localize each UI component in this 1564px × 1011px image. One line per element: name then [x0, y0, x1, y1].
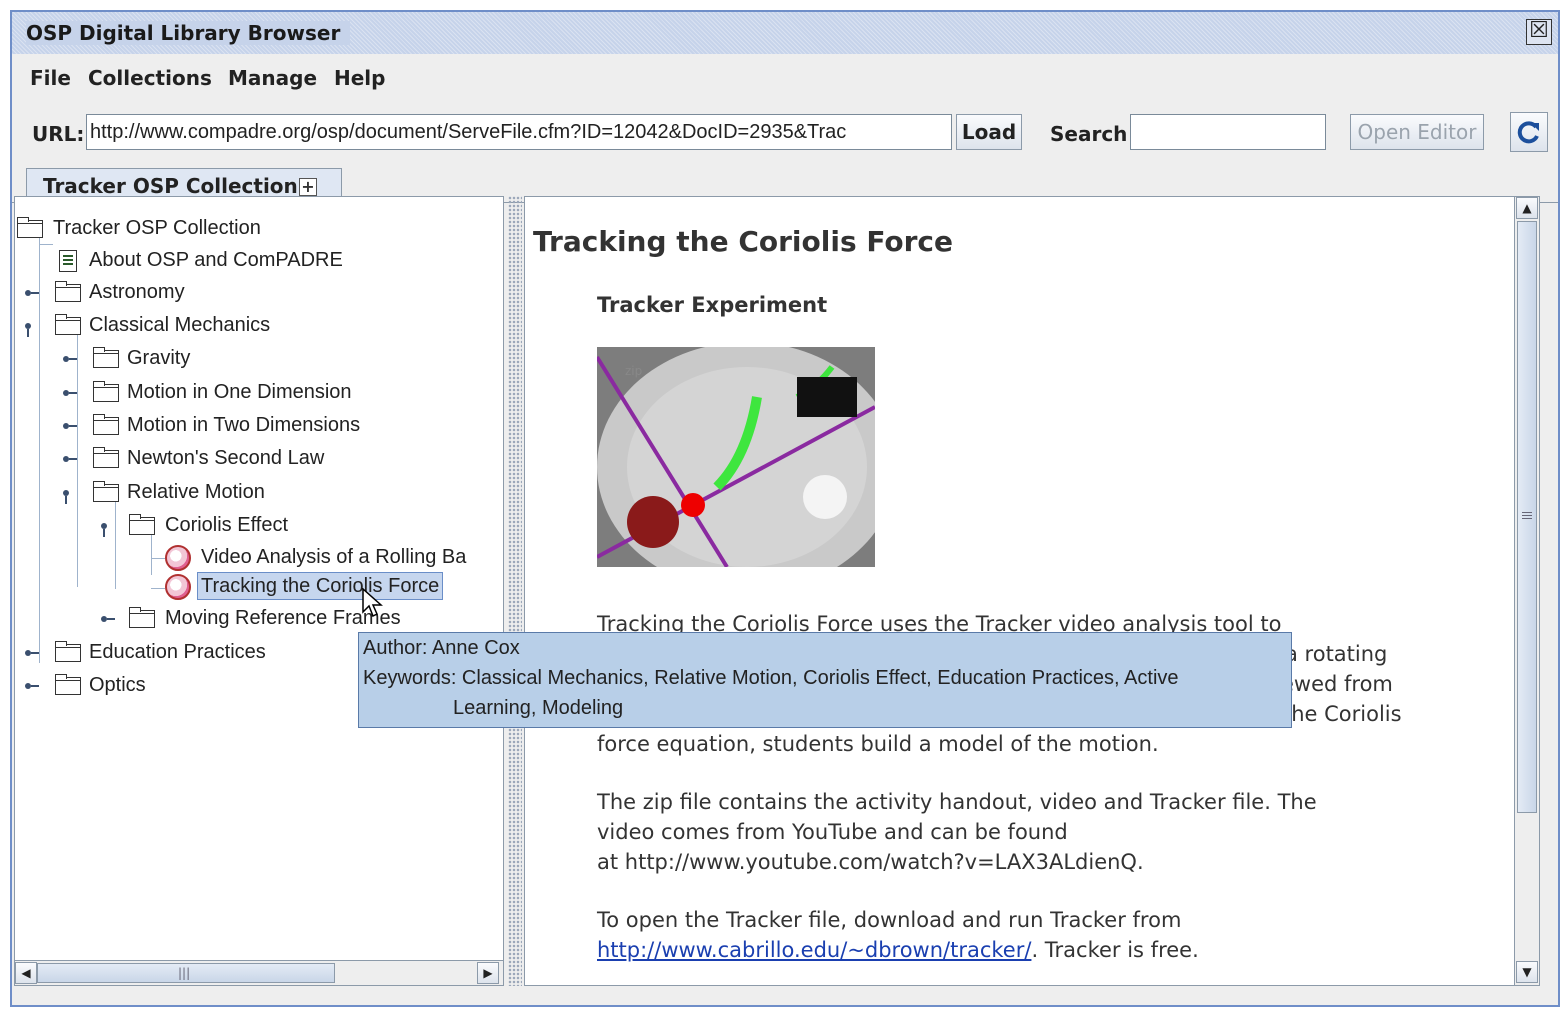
collection-tree[interactable]: Tracker OSP Collection About OSP and Com… — [14, 196, 504, 986]
expand-handle-icon[interactable] — [25, 290, 39, 296]
resource-subtitle: Tracker Experiment — [597, 293, 828, 317]
thumbnail-label: zip — [625, 364, 642, 378]
tree-label: Newton's Second Law — [127, 447, 325, 469]
expand-handle-icon[interactable] — [25, 650, 39, 656]
folder-icon — [93, 481, 119, 502]
collapse-handle-icon[interactable] — [101, 523, 111, 537]
description-line: The zip file contains the activity hando… — [597, 790, 1317, 814]
toolbar: URL: http://www.compadre.org/osp/documen… — [12, 110, 1558, 156]
resource-tooltip: Author: Anne Cox Keywords: Classical Mec… — [358, 632, 1292, 728]
url-input[interactable]: http://www.compadre.org/osp/document/Ser… — [86, 114, 952, 150]
folder-icon — [129, 514, 155, 535]
tree-label: Gravity — [127, 347, 191, 369]
collapse-handle-icon[interactable] — [63, 490, 73, 504]
title-bar[interactable]: OSP Digital Library Browser ☒ — [12, 12, 1558, 54]
menu-help[interactable]: Help — [334, 66, 385, 90]
description-line: at http://www.youtube.com/watch?v=LAX3AL… — [597, 850, 1144, 874]
scroll-thumb[interactable] — [1517, 221, 1537, 813]
tooltip-keywords-cont: Learning, Modeling — [453, 697, 624, 719]
experiment-thumbnail: zip — [597, 347, 875, 567]
refresh-button[interactable] — [1510, 112, 1548, 152]
tree-label: Video Analysis of a Rolling Ba — [201, 546, 467, 568]
tooltip-keywords: Keywords: Classical Mechanics, Relative … — [363, 667, 1179, 689]
split-pane-divider[interactable] — [508, 196, 522, 986]
refresh-icon — [1517, 121, 1539, 144]
scroll-down-icon[interactable]: ▼ — [1516, 961, 1538, 983]
add-tab-icon[interactable]: + — [299, 178, 317, 196]
description-line: force equation, students build a model o… — [597, 732, 1159, 756]
expand-handle-icon[interactable] — [63, 423, 77, 429]
tree-label: Motion in One Dimension — [127, 381, 352, 403]
folder-icon — [55, 641, 81, 662]
tree-label: About OSP and ComPADRE — [89, 249, 343, 271]
description-line: ewed from — [1281, 672, 1393, 696]
grip-icon — [1522, 512, 1532, 520]
tree-label: Optics — [89, 674, 146, 696]
tree-label: Education Practices — [89, 641, 266, 663]
scroll-thumb[interactable]: ||| — [37, 963, 335, 983]
tree-label: Coriolis Effect — [165, 514, 289, 536]
expand-handle-icon[interactable] — [101, 616, 115, 622]
scroll-up-icon[interactable]: ▲ — [1516, 197, 1538, 219]
description-tail: . Tracker is free. — [1031, 938, 1199, 962]
tree-label-selected: Tracking the Coriolis Force — [197, 572, 444, 600]
tooltip-author: Author: Anne Cox — [363, 637, 520, 659]
resource-description-pane: Tracking the Coriolis Force Tracker Expe… — [524, 196, 1540, 986]
folder-icon — [55, 281, 81, 302]
expand-handle-icon[interactable] — [63, 456, 77, 462]
tree-label: Motion in Two Dimensions — [127, 414, 361, 436]
menu-manage[interactable]: Manage — [228, 66, 317, 90]
resource-title: Tracking the Coriolis Force — [533, 225, 953, 258]
scroll-right-icon[interactable]: ▶ — [477, 962, 499, 984]
menu-file[interactable]: File — [30, 66, 71, 90]
expand-handle-icon[interactable] — [63, 390, 77, 396]
description-line: video comes from YouTube and can be foun… — [597, 820, 1068, 844]
search-label: Search — [1050, 122, 1128, 146]
window-title: OSP Digital Library Browser — [26, 21, 351, 45]
tree-label: Classical Mechanics — [89, 314, 271, 336]
description-line: To open the Tracker file, download and r… — [597, 908, 1182, 932]
model-icon — [165, 574, 191, 600]
open-editor-button[interactable]: Open Editor — [1350, 114, 1484, 150]
grip-icon: ||| — [178, 966, 191, 980]
model-icon — [165, 545, 191, 571]
tracker-download-link[interactable]: http://www.cabrillo.edu/~dbrown/tracker/ — [597, 938, 1031, 962]
scroll-left-icon[interactable]: ◀ — [15, 962, 37, 984]
folder-icon — [55, 314, 81, 335]
menu-bar: File Collections Manage Help — [12, 56, 1558, 102]
description-line: a rotating — [1285, 642, 1388, 666]
load-button[interactable]: Load — [956, 114, 1022, 150]
folder-icon — [93, 447, 119, 468]
url-label: URL: — [32, 122, 85, 146]
tree-label: Relative Motion — [127, 481, 265, 503]
content-vertical-scrollbar[interactable]: ▲ ▼ — [1514, 197, 1539, 985]
search-input[interactable] — [1130, 114, 1326, 150]
document-icon — [59, 250, 77, 272]
tree-label: Tracker OSP Collection — [53, 217, 261, 239]
collapse-handle-icon[interactable] — [25, 323, 35, 337]
folder-icon — [17, 217, 43, 238]
folder-icon — [55, 674, 81, 695]
tree-label: Astronomy — [89, 281, 185, 303]
thumbnail-drawing: zip — [597, 347, 875, 567]
mouse-pointer-icon — [362, 588, 383, 618]
expand-handle-icon[interactable] — [63, 356, 77, 362]
tab-label: Tracker OSP Collection — [43, 174, 298, 198]
folder-icon — [129, 607, 155, 628]
description-line: the Coriolis — [1283, 702, 1402, 726]
folder-icon — [93, 347, 119, 368]
expand-handle-icon[interactable] — [25, 683, 39, 689]
tree-horizontal-scrollbar[interactable]: ◀ ||| ▶ — [15, 960, 503, 985]
description-line: http://www.cabrillo.edu/~dbrown/tracker/… — [597, 935, 1199, 965]
folder-icon — [93, 414, 119, 435]
close-icon[interactable]: ☒ — [1526, 19, 1552, 45]
menu-collections[interactable]: Collections — [88, 66, 212, 90]
folder-icon — [93, 381, 119, 402]
